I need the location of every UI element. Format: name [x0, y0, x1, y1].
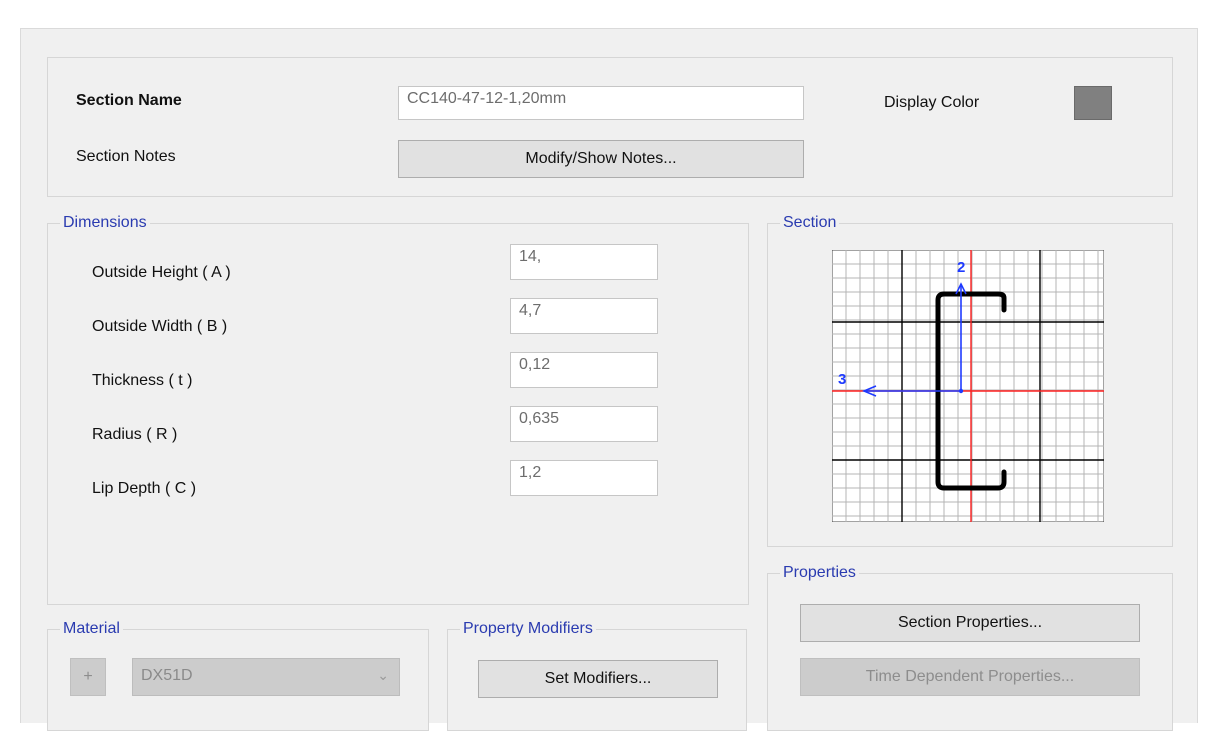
properties-title: Properties	[780, 563, 859, 583]
property-modifiers-group: Property Modifiers Set Modifiers...	[447, 619, 747, 731]
lip-depth-input[interactable]: 1,2	[510, 460, 658, 496]
radius-input[interactable]: 0,635	[510, 406, 658, 442]
section-header-group: Section Name CC140-47-12-1,20mm Display …	[47, 57, 1173, 197]
material-add-button[interactable]: +	[70, 658, 106, 696]
outside-width-input[interactable]: 4,7	[510, 298, 658, 334]
material-select[interactable]: DX51D ⌄	[132, 658, 400, 696]
section-drawing: 2 3	[832, 250, 1104, 522]
chevron-down-icon: ⌄	[377, 667, 389, 683]
section-preview-title: Section	[780, 213, 840, 233]
material-title: Material	[60, 619, 123, 639]
property-modifiers-title: Property Modifiers	[460, 619, 596, 639]
section-preview-group: Section 2 3	[767, 213, 1173, 547]
display-color-label: Display Color	[884, 94, 980, 111]
section-properties-button[interactable]: Section Properties...	[800, 604, 1140, 642]
thickness-label: Thickness ( t )	[92, 372, 193, 389]
material-selected-value: DX51D	[141, 667, 193, 684]
dimensions-group: Dimensions Outside Height ( A ) 14, Outs…	[47, 213, 749, 605]
axis-3-label: 3	[838, 371, 846, 388]
section-name-label: Section Name	[76, 92, 182, 109]
modify-show-notes-button[interactable]: Modify/Show Notes...	[398, 140, 804, 178]
outside-width-label: Outside Width ( B )	[92, 318, 228, 335]
set-modifiers-button[interactable]: Set Modifiers...	[478, 660, 718, 698]
properties-group: Properties Section Properties... Time De…	[767, 563, 1173, 731]
section-data-dialog: Section Name CC140-47-12-1,20mm Display …	[20, 28, 1198, 731]
outside-height-input[interactable]: 14,	[510, 244, 658, 280]
dimensions-title: Dimensions	[60, 213, 150, 233]
thickness-input[interactable]: 0,12	[510, 352, 658, 388]
section-name-input[interactable]: CC140-47-12-1,20mm	[398, 86, 804, 120]
section-notes-label: Section Notes	[76, 148, 176, 165]
outside-height-label: Outside Height ( A )	[92, 264, 231, 281]
time-dependent-properties-button[interactable]: Time Dependent Properties...	[800, 658, 1140, 696]
axis-2-label: 2	[957, 259, 965, 276]
lip-depth-label: Lip Depth ( C )	[92, 480, 197, 497]
radius-label: Radius ( R )	[92, 426, 178, 443]
display-color-swatch[interactable]	[1074, 86, 1112, 120]
material-group: Material + DX51D ⌄	[47, 619, 429, 731]
